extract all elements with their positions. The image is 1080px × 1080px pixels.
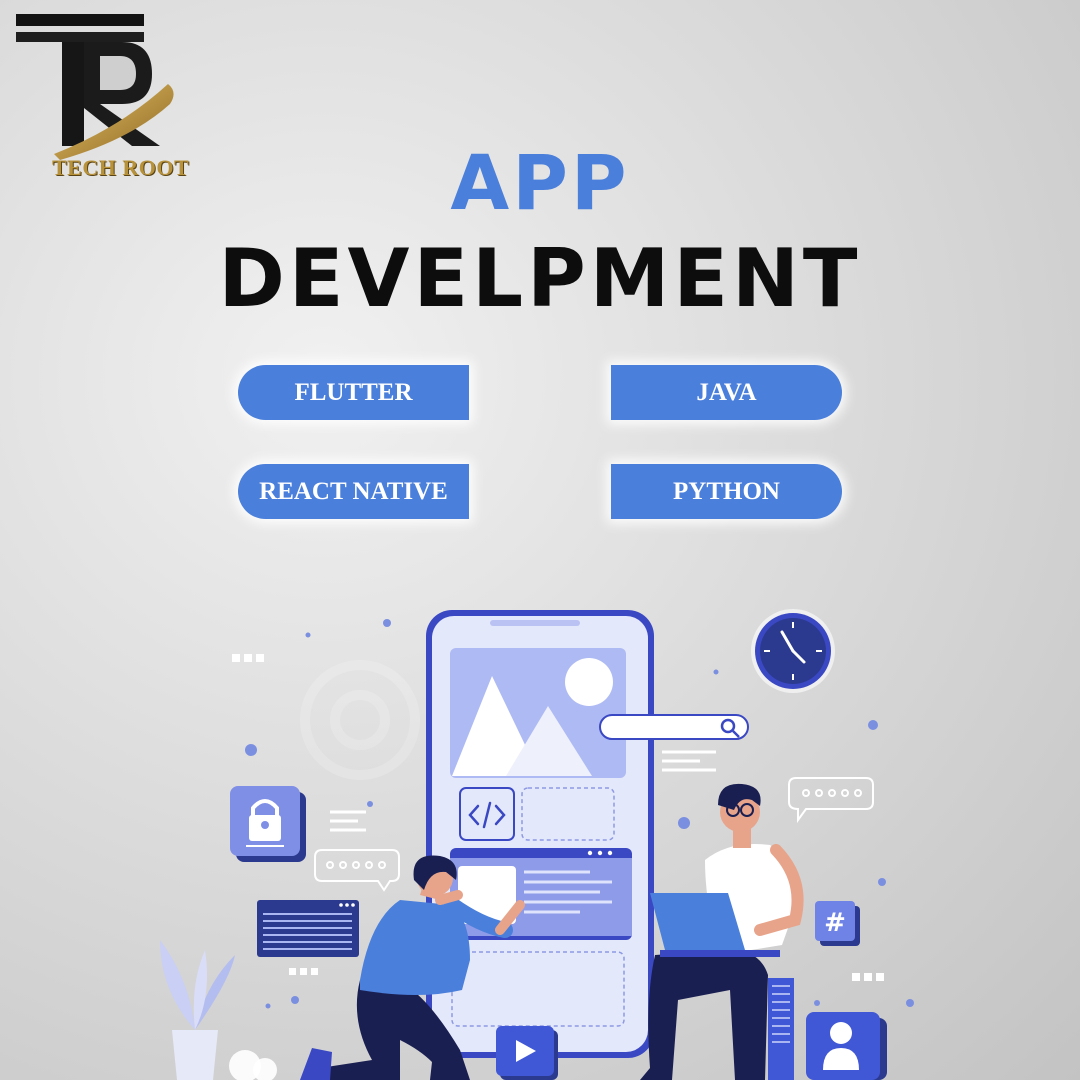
lock-icon xyxy=(230,786,306,862)
gear-icon xyxy=(300,660,420,780)
image-placeholder-icon xyxy=(450,648,626,778)
user-icon xyxy=(806,1012,887,1080)
phone-mockup xyxy=(426,610,654,1058)
code-icon xyxy=(459,787,515,841)
app-development-illustration: # xyxy=(160,609,914,1080)
heading-development: DEVELPMENT xyxy=(218,232,862,325)
code-window-panel xyxy=(257,900,359,957)
plant-icon xyxy=(160,940,235,1080)
svg-text:#: # xyxy=(824,908,846,938)
play-icon xyxy=(496,1026,558,1080)
tech-pill-react-native: REACT NATIVE xyxy=(238,464,469,519)
poster: TECH ROOT APP DEVELPMENT FLUTTER JAVA RE… xyxy=(0,0,1080,1080)
hash-icon: # xyxy=(815,901,860,946)
server-stack xyxy=(768,978,794,1080)
tech-pill-java: JAVA xyxy=(611,365,842,420)
heading-app: APP xyxy=(450,138,630,227)
tech-pill-python: PYTHON xyxy=(611,464,842,519)
clock-icon xyxy=(751,609,835,693)
search-bar xyxy=(599,714,749,740)
tech-pill-flutter: FLUTTER xyxy=(238,365,469,420)
